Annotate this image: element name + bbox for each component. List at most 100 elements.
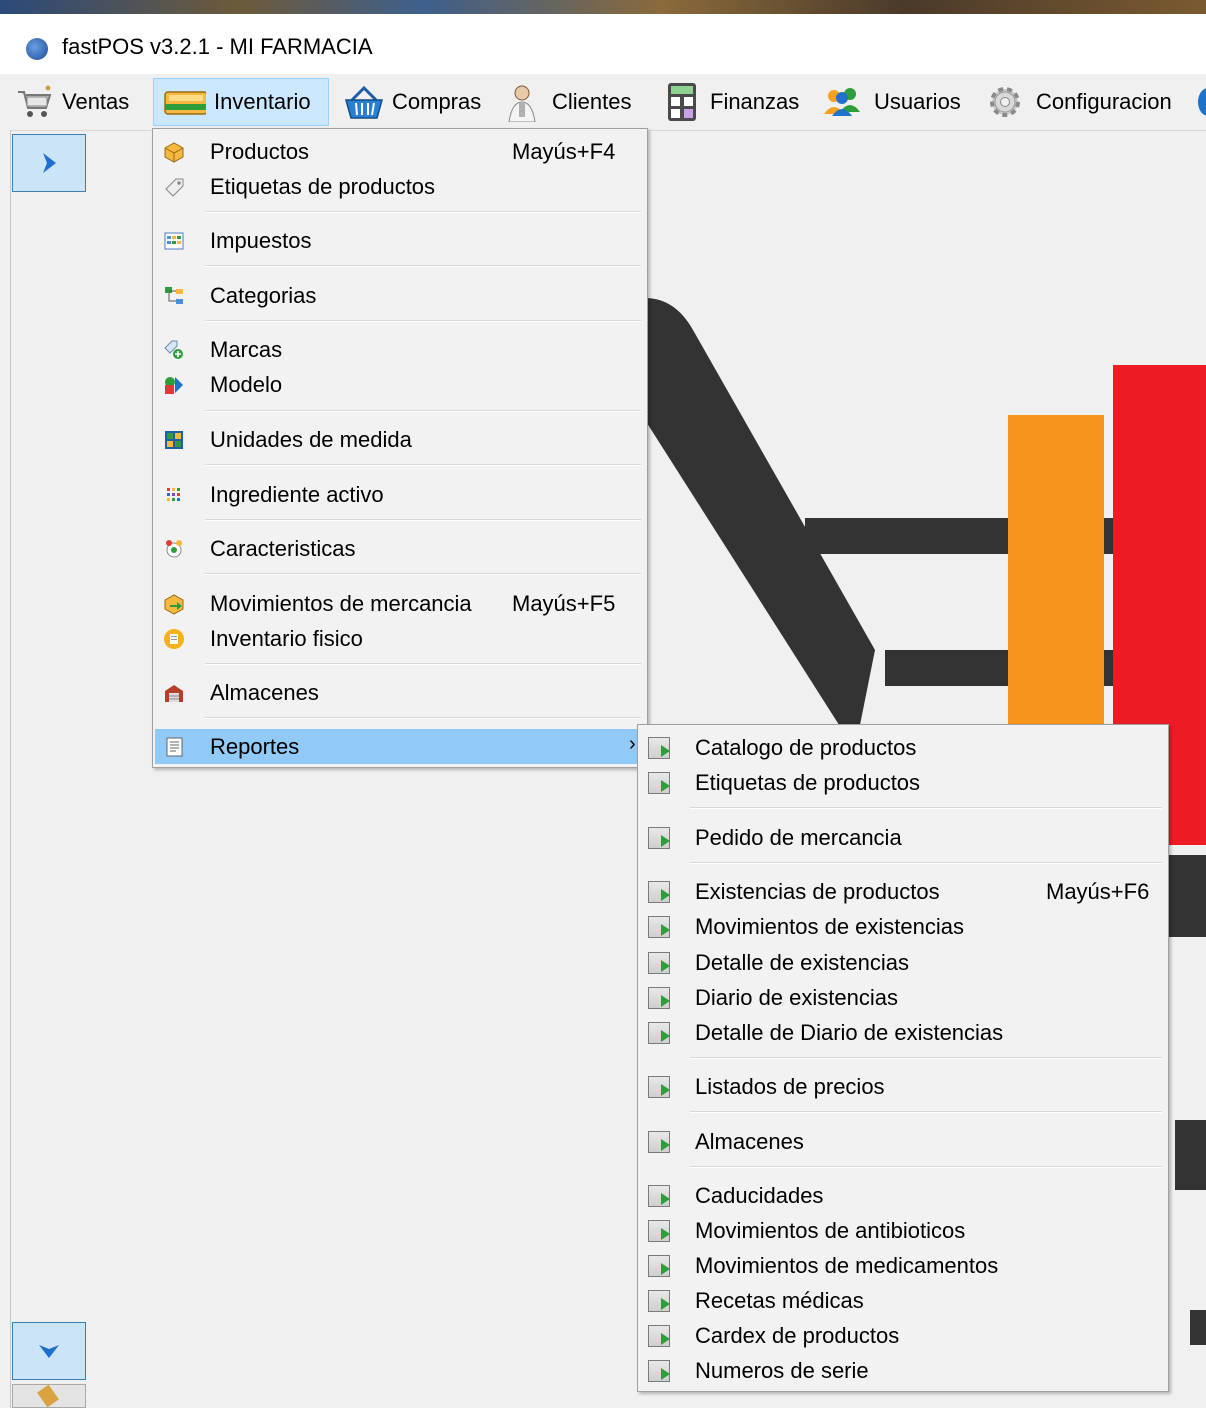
menu-item-label: Etiquetas de productos	[210, 174, 436, 199]
shortcut-label: Mayús+F6	[1046, 879, 1150, 904]
table-icon	[164, 232, 184, 250]
tool-button[interactable]	[12, 1384, 86, 1408]
menu-item-label: Almacenes	[210, 680, 319, 705]
menu-item-label: Reportes	[210, 734, 300, 759]
features-icon	[166, 540, 182, 558]
report-item-etiquetas-de-productos[interactable]: Etiquetas de productos	[640, 765, 1166, 800]
menu-item-label: Etiquetas de productos	[695, 770, 921, 795]
menu-item-label: Cardex de productos	[695, 1323, 900, 1348]
report-item-detalle-de-existencias[interactable]: Detalle de existencias	[640, 945, 1166, 980]
menu-item-label: Inventario fisico	[210, 626, 363, 651]
submenu-arrow-icon: ›	[629, 733, 636, 755]
menu-item-ingrediente-activo[interactable]: Ingrediente activo	[155, 477, 645, 512]
clipboard-circle-icon	[164, 629, 184, 649]
separator	[205, 464, 641, 466]
menu-item-productos[interactable]: Productos Mayús+F4	[155, 134, 645, 169]
report-item-existencias-de-productos[interactable]: Existencias de productos Mayús+F6	[640, 874, 1166, 909]
report-export-icon	[648, 952, 670, 974]
menu-inventario-label: Inventario	[214, 89, 311, 114]
calculator-icon	[668, 83, 696, 121]
expand-right-button[interactable]	[12, 134, 86, 192]
menu-item-etiquetas-de-productos[interactable]: Etiquetas de productos	[155, 169, 645, 204]
separator	[205, 320, 641, 322]
report-export-icon	[648, 737, 670, 759]
report-item-numeros-de-serie[interactable]: Numeros de serie	[640, 1353, 1166, 1388]
separator	[205, 211, 641, 213]
report-export-icon	[648, 1220, 670, 1242]
menu-item-label: Modelo	[210, 372, 283, 397]
hierarchy-icon	[165, 287, 183, 304]
reportes-submenu: Catalogo de productos Etiquetas de produ…	[637, 724, 1169, 1392]
report-export-icon	[648, 827, 670, 849]
help-icon[interactable]	[1198, 88, 1206, 116]
menu-configuracion[interactable]: Configuracion	[982, 78, 1172, 126]
report-export-icon	[648, 987, 670, 1009]
menu-item-inventario-fisico[interactable]: Inventario fisico	[155, 621, 645, 656]
menu-item-label: Categorias	[210, 283, 317, 308]
menu-item-impuestos[interactable]: Impuestos	[155, 223, 645, 258]
menu-item-modelo[interactable]: Modelo	[155, 367, 645, 402]
box-icon	[164, 142, 184, 163]
menu-clientes-label: Clientes	[552, 89, 632, 114]
menu-item-marcas[interactable]: Marcas	[155, 332, 645, 367]
report-export-icon	[648, 916, 670, 938]
report-item-diario-de-existencias[interactable]: Diario de existencias	[640, 980, 1166, 1015]
menu-inventario[interactable]: Inventario	[153, 78, 329, 126]
separator	[690, 1111, 1162, 1113]
report-export-icon	[648, 1360, 670, 1382]
menu-item-label: Pedido de mercancia	[695, 825, 902, 850]
menu-clientes[interactable]: Clientes	[504, 78, 631, 126]
report-item-almacenes[interactable]: Almacenes	[640, 1124, 1166, 1159]
menu-item-caracteristicas[interactable]: Caracteristicas	[155, 531, 645, 566]
separator	[205, 519, 641, 521]
title-bar: fastPOS v3.2.1 - MI FARMACIA	[0, 14, 1206, 74]
menu-usuarios[interactable]: Usuarios	[818, 78, 961, 126]
report-item-pedido-de-mercancia[interactable]: Pedido de mercancia	[640, 820, 1166, 855]
menu-item-reportes[interactable]: Reportes ›	[155, 729, 645, 764]
report-item-listados-de-precios[interactable]: Listados de precios	[640, 1069, 1166, 1104]
report-export-icon	[648, 1325, 670, 1347]
report-item-cardex-de-productos[interactable]: Cardex de productos	[640, 1318, 1166, 1353]
menu-item-label: Detalle de existencias	[695, 950, 910, 975]
desktop-strip	[0, 0, 1206, 14]
left-panel	[0, 130, 11, 1408]
menu-item-label: Detalle de Diario de existencias	[695, 1020, 1004, 1045]
shopping-cart-icon	[18, 85, 52, 117]
report-item-caducidades[interactable]: Caducidades	[640, 1178, 1166, 1213]
tag-add-icon	[164, 340, 183, 359]
report-item-movimientos-de-antibioticos[interactable]: Movimientos de antibioticos	[640, 1213, 1166, 1248]
report-item-movimientos-de-medicamentos[interactable]: Movimientos de medicamentos	[640, 1248, 1166, 1283]
menu-item-label: Almacenes	[695, 1129, 804, 1154]
menu-item-label: Movimientos de mercancia	[210, 591, 472, 616]
report-item-detalle-de-diario-de-existencias[interactable]: Detalle de Diario de existencias	[640, 1015, 1166, 1050]
menu-item-label: Movimientos de antibioticos	[695, 1218, 966, 1243]
report-item-recetas-medicas[interactable]: Recetas médicas	[640, 1283, 1166, 1318]
menu-finanzas-label: Finanzas	[710, 89, 800, 114]
menu-configuracion-label: Configuracion	[1036, 89, 1172, 114]
separator	[690, 807, 1162, 809]
menu-item-label: Recetas médicas	[695, 1288, 864, 1313]
menu-ventas[interactable]: Ventas	[14, 78, 129, 126]
separator	[690, 1166, 1162, 1168]
report-item-movimientos-de-existencias[interactable]: Movimientos de existencias	[640, 909, 1166, 944]
report-export-icon	[648, 1290, 670, 1312]
menu-item-categorias[interactable]: Categorias	[155, 278, 645, 313]
report-item-catalogo-de-productos[interactable]: Catalogo de productos	[640, 730, 1166, 765]
separator	[205, 573, 641, 575]
menu-compras[interactable]: Compras	[340, 78, 481, 126]
menu-item-unidades-de-medida[interactable]: Unidades de medida	[155, 422, 645, 457]
menu-ventas-label: Ventas	[62, 89, 130, 114]
expand-down-button[interactable]	[12, 1322, 86, 1380]
customer-icon	[508, 85, 536, 122]
menu-finanzas[interactable]: Finanzas	[662, 78, 799, 126]
warehouse-icon	[165, 685, 183, 702]
window-title: fastPOS v3.2.1 - MI FARMACIA	[62, 34, 373, 59]
report-export-icon	[648, 1022, 670, 1044]
separator	[205, 663, 641, 665]
shortcut-label: Mayús+F5	[512, 591, 616, 616]
separator	[690, 862, 1162, 864]
menu-item-movimientos-de-mercancia[interactable]: Movimientos de mercancia Mayús+F5	[155, 586, 645, 621]
menu-item-almacenes[interactable]: Almacenes	[155, 675, 645, 710]
separator	[205, 265, 641, 267]
report-export-icon	[648, 772, 670, 794]
